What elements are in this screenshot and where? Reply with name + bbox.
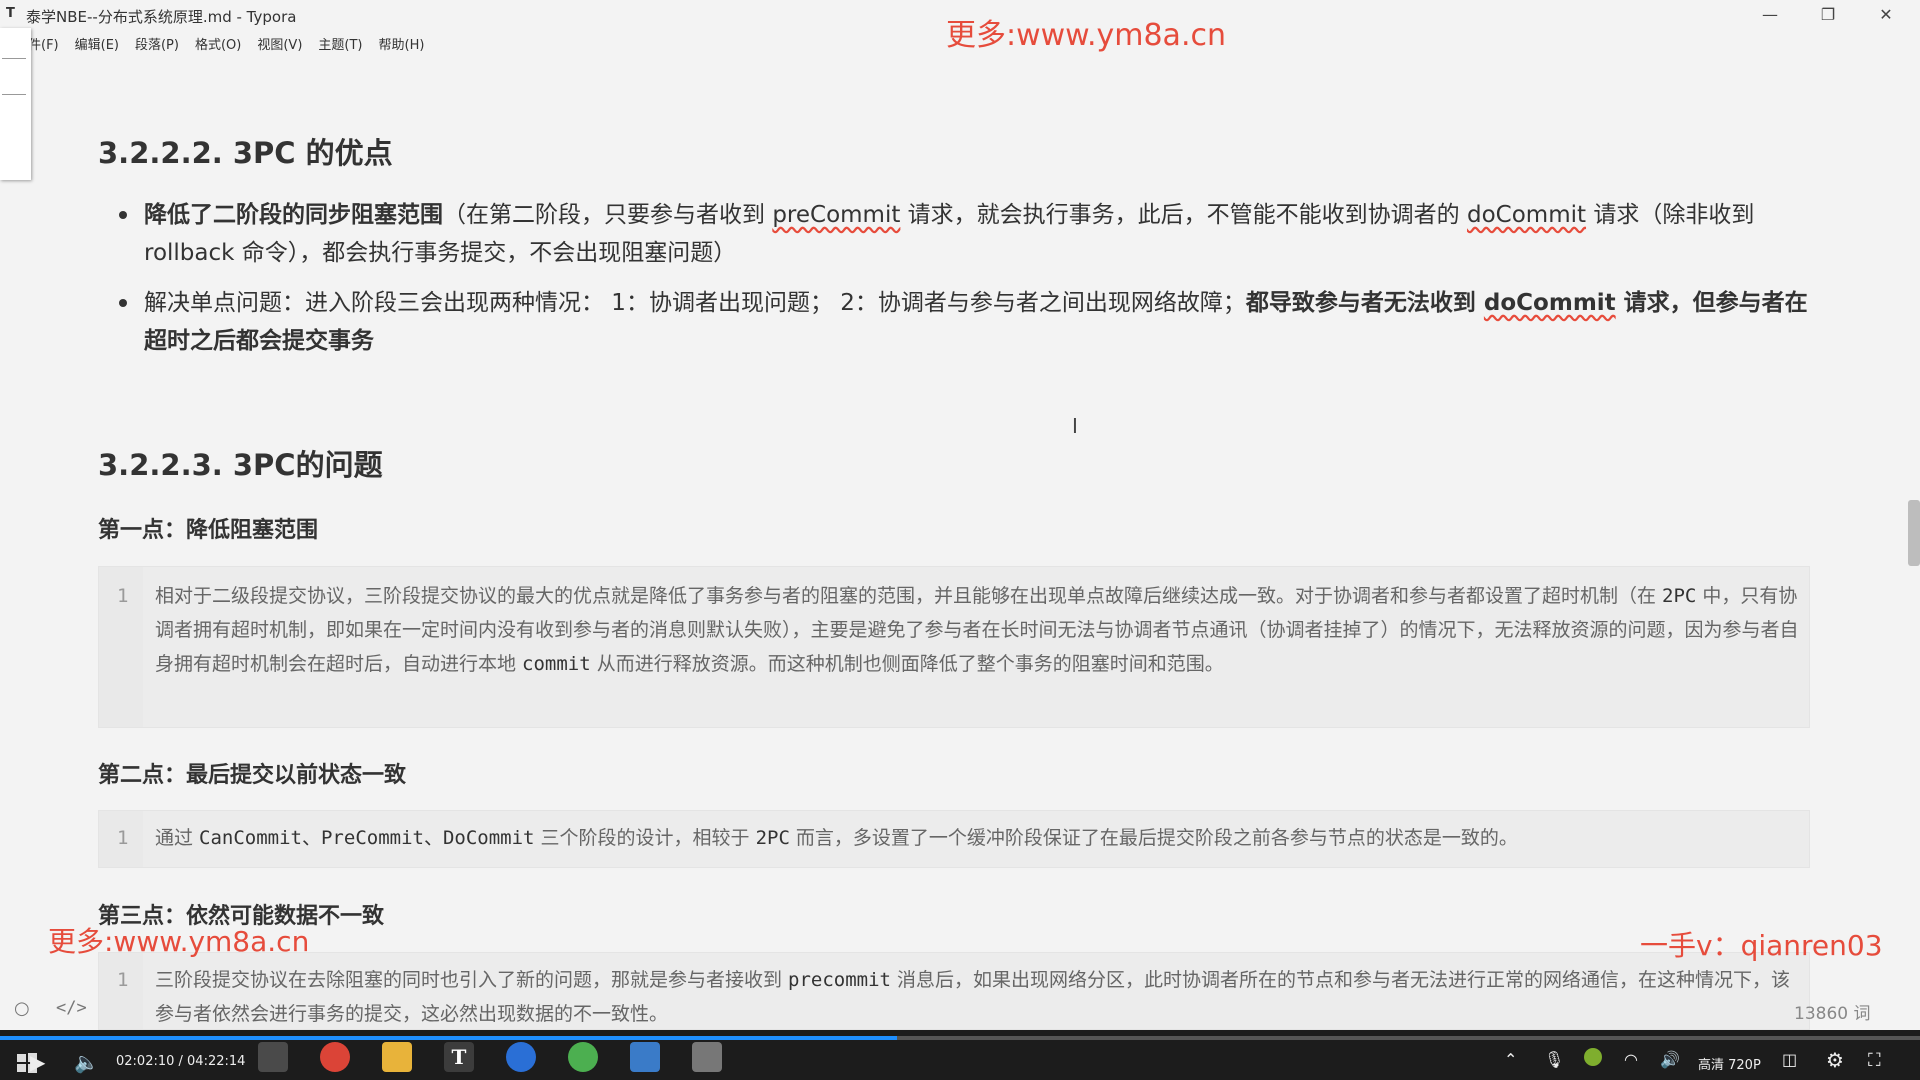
typora-app-icon: T [6, 6, 15, 21]
code-term: commit [522, 653, 591, 675]
section-heading-problems: 3.2.2.3. 3PC的问题 [98, 448, 383, 482]
menu-paragraph[interactable]: 段落(P) [127, 30, 187, 56]
list-item: 解决单点问题：进入阶段三会出现两种情况： 1：协调者出现问题； 2：协调者与参与… [119, 284, 1810, 360]
line-number: 1 [117, 827, 129, 849]
screenshot-icon[interactable]: ◫ [1782, 1050, 1797, 1069]
menu-edit[interactable]: 编辑(E) [67, 30, 127, 56]
thumbnail-line [2, 94, 26, 95]
quality-selector[interactable]: 高清 720P [1698, 1054, 1761, 1073]
code-block-point3[interactable]: 1 三阶段提交协议在去除阻塞的同时也引入了新的问题，那就是参与者接收到 prec… [98, 952, 1810, 1030]
code-term: 2PC [755, 827, 790, 849]
window-title: 泰学NBE--分布式系统原理.md - Typora [26, 8, 297, 26]
code-term: CanCommit、PreCommit、DoCommit [199, 827, 535, 849]
line-gutter [99, 953, 143, 1029]
point1-heading: 第一点：降低阻塞范围 [98, 518, 319, 543]
code-term: doCommit [1483, 290, 1616, 316]
menu-theme[interactable]: 主题(T) [310, 30, 370, 56]
code-term: 2PC [1662, 585, 1697, 607]
status-app-icon[interactable] [1584, 1048, 1602, 1066]
code-term: precommit [788, 969, 891, 991]
close-button[interactable]: ✕ [1864, 2, 1908, 28]
code-term: doCommit [1467, 202, 1587, 228]
typora-taskbar-icon[interactable]: T [444, 1042, 474, 1072]
volume-icon[interactable]: 🔈 [74, 1050, 99, 1074]
code-line: 三阶段提交协议在去除阻塞的同时也引入了新的问题，那就是参与者接收到 precom… [155, 963, 1801, 1029]
code-text: 三阶段提交协议在去除阻塞的同时也引入了新的问题，那就是参与者接收到 [155, 969, 789, 991]
chevron-up-icon[interactable]: ⌃ [1504, 1050, 1517, 1069]
bullet-bold-text: 降低了二阶段的同步阻塞范围 [144, 202, 443, 228]
bullet-dot [119, 299, 127, 307]
section-heading-advantages: 3.2.2.2. 3PC 的优点 [98, 136, 393, 170]
stack-app-icon[interactable] [692, 1042, 722, 1072]
gear-icon[interactable]: ⚙ [1826, 1048, 1844, 1072]
circle-icon[interactable]: ○ [14, 998, 30, 1019]
browser-icon[interactable] [506, 1042, 536, 1072]
thumbnail-line [2, 58, 26, 59]
play-icon[interactable]: ▶ [30, 1050, 45, 1074]
bullet-text: 请求，就会执行事务，此后，不管能不能收到协调者的 [900, 202, 1467, 228]
wifi-icon[interactable]: ◠ [1624, 1050, 1638, 1069]
bullet-bold-text: 都导致参与者无法收到 [1245, 290, 1484, 316]
code-text: 通过 [155, 827, 200, 849]
watermark-bottom-right: 一手v：qianren03 [1640, 929, 1883, 962]
advantages-list: 降低了二阶段的同步阻塞范围（在第二阶段，只要参与者收到 preCommit 请求… [119, 196, 1810, 372]
progress-bar-fill [0, 1036, 897, 1040]
microphone-icon[interactable]: 🎙 [1544, 1050, 1564, 1069]
menu-format[interactable]: 格式(O) [187, 30, 249, 56]
fullscreen-icon[interactable]: ⛶ [1868, 1050, 1881, 1071]
progress-bar[interactable] [0, 1036, 1920, 1040]
point2-heading: 第二点：最后提交以前状态一致 [98, 763, 407, 788]
code-text: 相对于二级段提交协议，三阶段提交协议的最大的优点就是降低了事务参与者的阻塞的范围… [155, 585, 1663, 607]
code-line: 通过 CanCommit、PreCommit、DoCommit 三个阶段的设计，… [155, 821, 1801, 855]
map-app-icon[interactable] [568, 1042, 598, 1072]
minimize-button[interactable]: — [1748, 2, 1792, 28]
time-display: 02:02:10 / 04:22:14 [116, 1054, 246, 1069]
speaker-icon[interactable]: 🔊 [1660, 1050, 1680, 1069]
floating-thumbnail[interactable] [0, 28, 31, 180]
menu-bar: 件(F) 编辑(E) 段落(P) 格式(O) 视图(V) 主题(T) 帮助(H) [0, 30, 432, 56]
line-number: 1 [117, 969, 129, 991]
word-count[interactable]: 13860 词 [1794, 999, 1870, 1024]
code-term: preCommit [772, 202, 901, 228]
list-item: 降低了二阶段的同步阻塞范围（在第二阶段，只要参与者收到 preCommit 请求… [119, 196, 1810, 272]
bullet-text: （在第二阶段，只要参与者收到 [443, 202, 773, 228]
bullet-dot [119, 211, 127, 219]
code-line: 相对于二级段提交协议，三阶段提交协议的最大的优点就是降低了事务参与者的阻塞的范围… [155, 579, 1801, 681]
menu-help[interactable]: 帮助(H) [371, 30, 433, 56]
window-app-icon[interactable] [630, 1042, 660, 1072]
code-text: 从而进行释放资源。而这种机制也侧面降低了整个事务的阻塞时间和范围。 [590, 653, 1224, 675]
code-text: 而言，多设置了一个缓冲阶段保证了在最后提交阶段之前各参与节点的状态是一致的。 [789, 827, 1518, 849]
watermark-bottom-left: 更多:www.ym8a.cn [48, 925, 310, 958]
text-cursor-icon: I [1072, 414, 1078, 438]
line-number: 1 [117, 585, 129, 607]
code-block-point1[interactable]: 1 相对于二级段提交协议，三阶段提交协议的最大的优点就是降低了事务参与者的阻塞的… [98, 566, 1810, 728]
taskbar-app-icon[interactable] [258, 1042, 288, 1072]
file-explorer-icon[interactable] [382, 1042, 412, 1072]
code-block-point2[interactable]: 1 通过 CanCommit、PreCommit、DoCommit 三个阶段的设… [98, 810, 1810, 868]
code-text: 三个阶段的设计，相较于 [534, 827, 756, 849]
vertical-scrollbar-thumb[interactable] [1908, 500, 1920, 566]
bullet-text: 解决单点问题：进入阶段三会出现两种情况： 1：协调者出现问题； 2：协调者与参与… [144, 290, 1246, 316]
chrome-icon[interactable] [320, 1042, 350, 1072]
watermark-top: 更多:www.ym8a.cn [946, 18, 1226, 53]
restore-button[interactable]: ❐ [1806, 2, 1850, 28]
menu-view[interactable]: 视图(V) [249, 30, 310, 56]
source-code-toggle-icon[interactable]: </> [56, 998, 87, 1018]
